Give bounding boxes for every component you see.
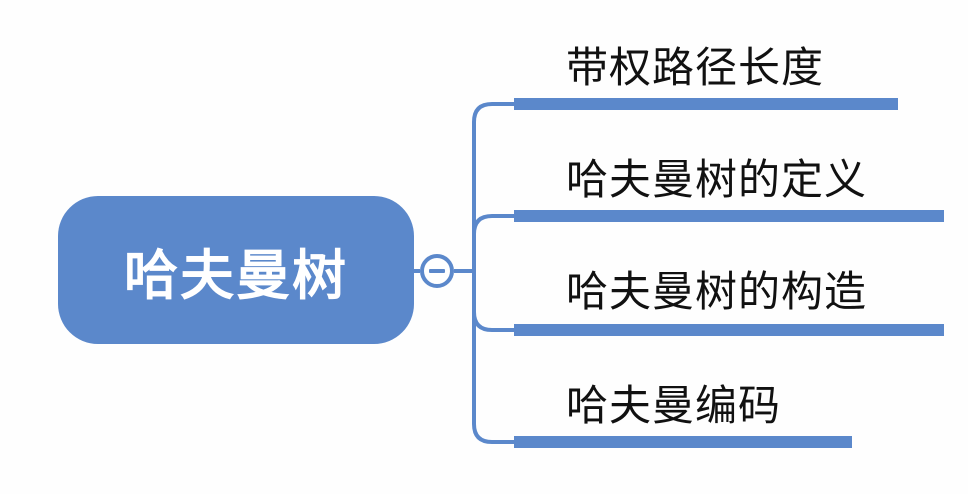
branch-topic-label[interactable]: 哈夫曼树的定义	[566, 146, 867, 207]
branch-underline	[514, 210, 944, 222]
branch-topic-label[interactable]: 带权路径长度	[566, 34, 824, 95]
branch-underline	[514, 98, 898, 110]
trunk-top	[472, 102, 514, 271]
trunk-branch-2	[472, 214, 514, 235]
minus-icon	[429, 269, 445, 273]
branch-topic-label[interactable]: 哈夫曼树的构造	[566, 258, 867, 319]
root-topic-node[interactable]: 哈夫曼树	[58, 196, 414, 344]
branch-underline	[514, 324, 944, 336]
branch-topic-label[interactable]: 哈夫曼编码	[566, 372, 781, 433]
root-topic-label: 哈夫曼树	[124, 243, 348, 307]
collapse-toggle-icon[interactable]	[420, 254, 454, 288]
branch-underline	[514, 436, 852, 448]
trunk-branch-3	[472, 271, 514, 332]
